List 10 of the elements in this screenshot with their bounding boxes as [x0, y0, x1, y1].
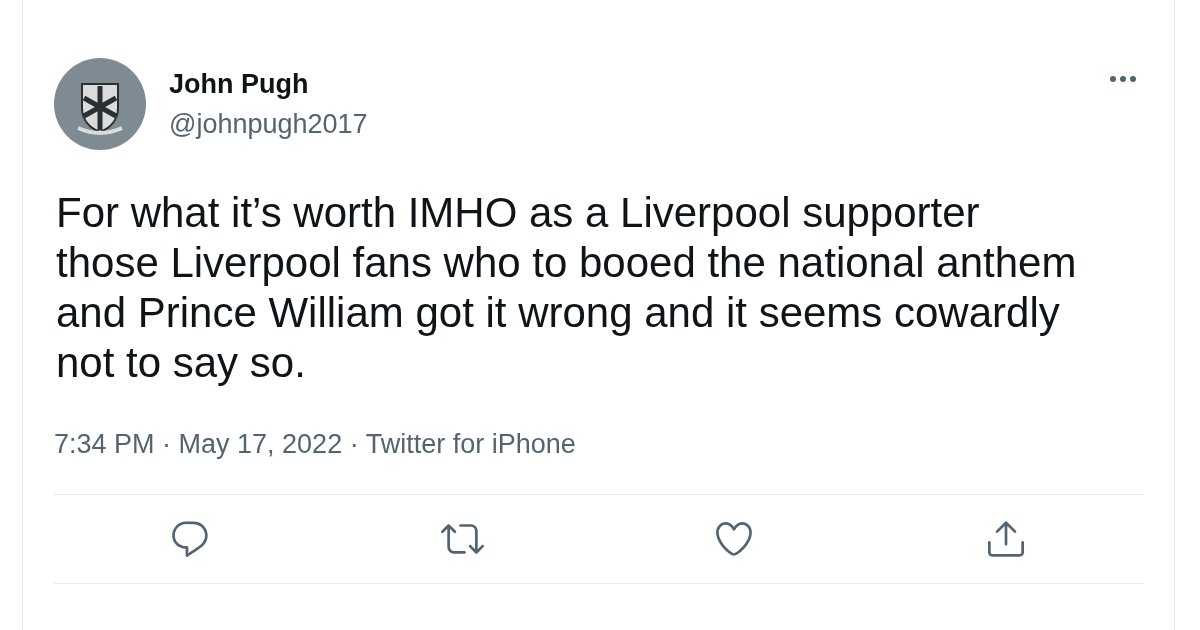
heart-icon[interactable]: [716, 522, 752, 556]
more-icon[interactable]: [1110, 76, 1136, 82]
share-icon[interactable]: [988, 521, 1024, 557]
tweet-timestamp: 7:34 PM · May 17, 2022 · Twitter for iPhone: [54, 428, 576, 460]
speech-bubble-icon[interactable]: [172, 521, 208, 557]
author-name[interactable]: John Pugh: [169, 68, 309, 100]
tweet-text: For what it’s worth IMHO as a Liverpool supporter those Liverpool fans who to booed the national anthem and Prince William got it wrong and it seems cowardly not to say so.: [56, 188, 1078, 388]
author-handle[interactable]: @johnpugh2017: [169, 108, 368, 140]
loop-arrows-icon[interactable]: [440, 524, 484, 554]
avatar-icon: [54, 58, 146, 150]
